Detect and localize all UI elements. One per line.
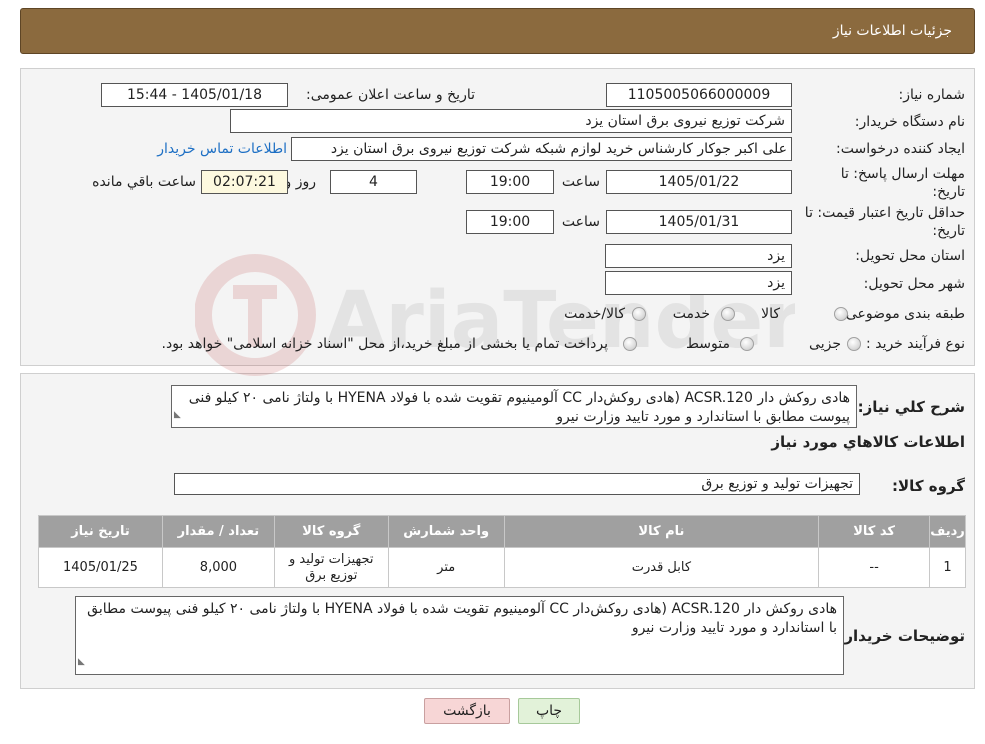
cell-row-number: 1 xyxy=(929,547,966,588)
buyer-contact-link[interactable]: اطلاعات تماس خریدار xyxy=(157,141,287,157)
city-label: شهر محل تحویل: xyxy=(863,276,965,292)
summary-textarea: هادی روکش دار ACSR.120 (هادی روکش‌دار CC… xyxy=(171,385,857,428)
creator-label: ایجاد کننده درخواست: xyxy=(836,141,965,157)
col-goods-group: گروه کالا xyxy=(273,515,389,548)
need-number-field: 1105005066000009 xyxy=(606,83,792,107)
deadline-time-field: 19:00 xyxy=(466,170,554,194)
validity-time-field: 19:00 xyxy=(466,210,554,234)
city-field: یزد xyxy=(605,271,792,295)
need-number-label: شماره نیاز: xyxy=(898,87,966,103)
announce-datetime-label: تاریخ و ساعت اعلان عمومی: xyxy=(306,87,475,103)
cell-quantity: 8,000 xyxy=(161,547,275,588)
process-label: نوع فرآیند خرید : xyxy=(866,336,965,352)
resize-grip-icon[interactable]: ◢ xyxy=(78,653,85,672)
buyer-field: شرکت توزیع نیروی برق استان یزد xyxy=(230,109,792,133)
days-label: روز و xyxy=(284,174,317,190)
deadline-label: مهلت ارسال پاسخ: تا xyxy=(840,166,965,182)
goods-group-field: تجهیزات تولید و توزیع برق xyxy=(174,473,860,495)
page-header: جزئیات اطلاعات نیاز xyxy=(20,8,975,54)
page-title: جزئیات اطلاعات نیاز xyxy=(832,23,952,39)
print-button[interactable]: چاپ xyxy=(518,698,580,724)
col-goods-code: کد کالا xyxy=(818,515,931,548)
cell-need-date: 1405/01/25 xyxy=(38,547,163,588)
col-unit: واحد شمارش xyxy=(387,515,505,548)
validity-date-field: 1405/01/31 xyxy=(606,210,792,234)
announce-datetime-field: 1405/01/18 - 15:44 xyxy=(101,83,288,107)
buyer-notes-text: هادی روکش دار ACSR.120 (هادی روکش‌دار CC… xyxy=(87,601,837,636)
summary-text: هادی روکش دار ACSR.120 (هادی روکش‌دار CC… xyxy=(188,390,850,425)
deadline-date-field: 1405/01/22 xyxy=(606,170,792,194)
cell-unit: متر xyxy=(387,547,505,588)
validity-time-label: ساعت xyxy=(561,214,600,230)
goods-group-label: گروه کالا: xyxy=(892,477,965,495)
process-minor-radio[interactable] xyxy=(847,337,861,351)
deadline-time-label: ساعت xyxy=(561,174,600,190)
process-medium-label: متوسط xyxy=(686,336,730,352)
table-header-row: ردیف کد کالا نام کالا واحد شمارش گروه کا… xyxy=(38,515,966,548)
category-goods-label: کالا xyxy=(761,306,780,322)
goods-info-title: اطلاعات کالاهاي مورد نياز xyxy=(771,433,965,451)
cell-goods-group: تجهیزات تولید و توزیع برق xyxy=(273,547,389,588)
goods-table: ردیف کد کالا نام کالا واحد شمارش گروه کا… xyxy=(38,515,966,588)
category-label: طبقه بندی موضوعی: xyxy=(841,306,965,322)
process-minor-label: جزیی xyxy=(809,336,841,352)
category-goods-service-radio[interactable] xyxy=(632,307,646,321)
cell-goods-code: -- xyxy=(818,547,931,588)
process-medium-radio[interactable] xyxy=(740,337,754,351)
province-label: استان محل تحویل: xyxy=(855,248,965,264)
treasury-note: پرداخت تمام یا بخشی از مبلغ خرید،از محل … xyxy=(161,336,608,352)
category-goods-service-label: کالا/خدمت xyxy=(564,306,625,322)
buyer-label: نام دستگاه خریدار: xyxy=(854,114,965,130)
category-service-radio[interactable] xyxy=(721,307,735,321)
back-button[interactable]: بازگشت xyxy=(424,698,510,724)
province-field: یزد xyxy=(605,244,792,268)
remaining-label: ساعت باقي مانده xyxy=(92,174,196,190)
buyer-notes-textarea: هادی روکش دار ACSR.120 (هادی روکش‌دار CC… xyxy=(75,596,844,675)
treasury-checkbox[interactable] xyxy=(623,337,637,351)
cell-goods-name: کابل قدرت xyxy=(503,547,820,588)
resize-grip-icon[interactable]: ◢ xyxy=(174,406,181,425)
category-goods-radio[interactable] xyxy=(834,307,848,321)
validity-label: حداقل تاریخ اعتبار قیمت: تا xyxy=(804,205,965,221)
summary-label: شرح کلي نياز: xyxy=(857,398,965,416)
col-need-date: تاریخ نیاز xyxy=(38,515,163,548)
col-row-number: ردیف xyxy=(929,515,966,548)
validity-label-2: تاریخ: xyxy=(932,223,965,239)
col-goods-name: نام کالا xyxy=(503,515,820,548)
remaining-days-field: 4 xyxy=(330,170,417,194)
buyer-notes-label: توضیحات خریدار: xyxy=(838,627,965,645)
col-quantity: تعداد / مقدار xyxy=(161,515,275,548)
creator-field: علی اکبر جوکار کارشناس خرید لوازم شبکه ش… xyxy=(291,137,792,161)
remaining-time-field: 02:07:21 xyxy=(201,170,288,194)
deadline-label-2: تاریخ: xyxy=(932,184,965,200)
table-row: 1 -- کابل قدرت متر تجهیزات تولید و توزیع… xyxy=(38,547,966,588)
category-service-label: خدمت xyxy=(672,306,710,322)
